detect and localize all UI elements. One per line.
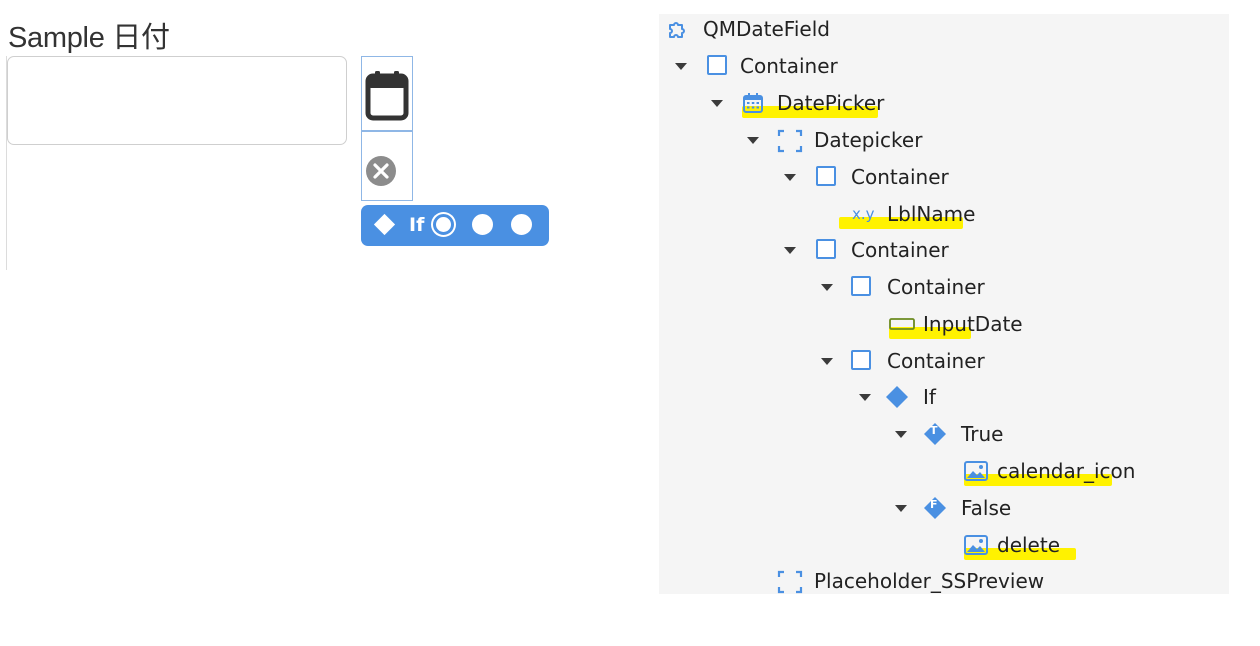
image-icon bbox=[964, 535, 988, 555]
caret-down-icon[interactable] bbox=[821, 358, 833, 365]
tree-node-label: delete bbox=[997, 533, 1061, 557]
container-icon bbox=[816, 166, 836, 186]
tree-node-label: True bbox=[961, 422, 1004, 446]
tree-node-label: LblName bbox=[887, 202, 976, 226]
container-icon bbox=[707, 55, 727, 75]
container-icon bbox=[851, 276, 871, 296]
tree-node-label: Container bbox=[887, 275, 985, 299]
tree-node-label: Container bbox=[851, 238, 949, 262]
expression-icon: x.y bbox=[852, 205, 875, 223]
caret-down-icon[interactable] bbox=[711, 100, 723, 107]
tree-node-label: QMDateField bbox=[703, 17, 830, 41]
if-branch-radio-1[interactable] bbox=[433, 214, 454, 235]
tree-node-label: If bbox=[923, 385, 936, 409]
if-diamond-icon bbox=[886, 386, 908, 408]
caret-down-icon[interactable] bbox=[895, 505, 907, 512]
if-branch-radio-2[interactable] bbox=[472, 214, 493, 235]
calendar-icon-cell[interactable] bbox=[361, 56, 413, 131]
tree-node-label: calendar_icon bbox=[997, 459, 1136, 483]
date-input-field[interactable] bbox=[7, 56, 347, 145]
clear-circle-icon[interactable] bbox=[365, 155, 397, 187]
container-icon bbox=[851, 350, 871, 370]
tree-node-label: Datepicker bbox=[814, 128, 923, 152]
caret-down-icon[interactable] bbox=[859, 394, 871, 401]
input-field-icon bbox=[889, 318, 915, 330]
tree-node-label: DatePicker bbox=[777, 91, 885, 115]
if-widget[interactable]: If bbox=[361, 205, 549, 246]
true-badge-letter: T bbox=[930, 424, 938, 437]
tree-node-label: False bbox=[961, 496, 1012, 520]
caret-down-icon[interactable] bbox=[895, 431, 907, 438]
if-widget-label: If bbox=[409, 214, 425, 236]
tree-node-label: Container bbox=[740, 54, 838, 78]
caret-down-icon[interactable] bbox=[675, 63, 687, 70]
if-branch-radio-3[interactable] bbox=[511, 214, 532, 235]
delete-icon-cell[interactable] bbox=[361, 131, 413, 201]
calendar-icon[interactable] bbox=[365, 69, 409, 121]
caret-down-icon[interactable] bbox=[747, 137, 759, 144]
caret-down-icon[interactable] bbox=[784, 247, 796, 254]
field-label: Sample 日付 bbox=[8, 22, 170, 54]
calendar-grid-icon bbox=[743, 93, 763, 113]
image-icon bbox=[964, 461, 988, 481]
false-badge-letter: F bbox=[930, 498, 938, 511]
widget-preview: Sample 日付 If bbox=[0, 0, 560, 280]
container-icon bbox=[816, 239, 836, 259]
tree-node-label: Container bbox=[851, 165, 949, 189]
placeholder-icon bbox=[777, 129, 803, 153]
caret-down-icon[interactable] bbox=[821, 284, 833, 291]
tree-node-label: Container bbox=[887, 349, 985, 373]
widget-tree-panel: QMDateField Container DatePicker Datepic… bbox=[659, 14, 1229, 594]
block-icon bbox=[669, 22, 685, 38]
tree-node-label: Placeholder_SSPreview bbox=[814, 569, 1045, 593]
placeholder-icon bbox=[777, 570, 803, 594]
caret-down-icon[interactable] bbox=[784, 174, 796, 181]
tree-node-label: InputDate bbox=[923, 312, 1023, 336]
if-diamond-icon bbox=[373, 213, 396, 236]
